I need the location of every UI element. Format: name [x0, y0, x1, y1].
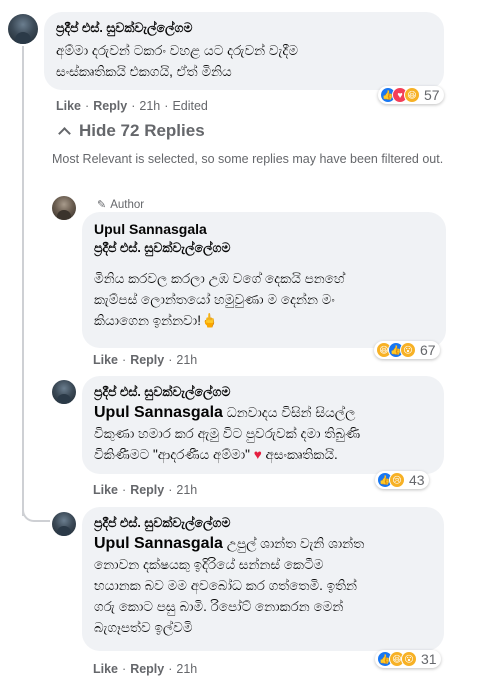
reply-text: Upul Sannasgala උපුල් ශාන්ත වැනි ශාන්ත න… [94, 535, 365, 635]
edited-label: Edited [172, 99, 208, 113]
avatar[interactable] [8, 14, 38, 44]
like-button[interactable]: Like [56, 99, 81, 113]
reaction-summary[interactable]: 👍 😢 43 [375, 471, 429, 489]
thread-connector [22, 500, 50, 522]
reply-text: මිනිය කරවල කරලා උඹ වගේ දෙකයි පනහේ කැම්පස… [94, 271, 345, 328]
sad-reaction-icon: 😢 [389, 472, 405, 488]
reaction-count: 57 [424, 87, 440, 103]
mention-link[interactable]: ප්‍රදීප් එස්. සුවක්වැල්ලේගම [94, 240, 434, 256]
thread-line [22, 46, 24, 186]
author-badge: ✎ Author [97, 198, 145, 212]
like-button[interactable]: Like [93, 483, 118, 497]
timestamp[interactable]: 21h [139, 99, 160, 113]
mention-link[interactable]: Upul Sannasgala [94, 404, 223, 421]
avatar[interactable] [52, 380, 76, 404]
pencil-icon: ✎ [97, 199, 107, 211]
reply-actions: Like · Reply · 21h [93, 662, 198, 676]
reaction-summary[interactable]: 😆 👍 😮 67 [374, 341, 440, 359]
reply-button[interactable]: Reply [93, 99, 127, 113]
hide-replies-label: Hide 72 Replies [79, 121, 205, 140]
reaction-summary[interactable]: 👍 😆 😮 31 [375, 650, 441, 668]
chevron-up-icon [58, 127, 71, 140]
wow-reaction-icon: 😮 [401, 651, 417, 667]
reply-bubble: ප්‍රදීප් එස්. සුවක්වැල්ලේගම Upul Sannasg… [82, 507, 444, 651]
reaction-count: 43 [409, 472, 425, 488]
comment-text: අම්මා දරුවන් ටකරං වහළ යට දරුවන් වැදීම සං… [56, 43, 299, 79]
reply-author-name[interactable]: Upul Sannasgala [94, 220, 434, 238]
avatar[interactable] [52, 512, 76, 536]
previous-comment-fragment [0, 0, 492, 6]
hide-replies-button[interactable]: Hide 72 Replies [56, 121, 205, 141]
reaction-summary[interactable]: 👍 ♥ 😆 57 [378, 86, 444, 104]
haha-reaction-icon: 😆 [404, 87, 420, 103]
mention-link[interactable]: Upul Sannasgala [94, 535, 223, 552]
filter-notice: Most Relevant is selected, so some repli… [52, 152, 444, 166]
reply-button[interactable]: Reply [130, 483, 164, 497]
comment-bubble: ප්‍රදීප් එස්. සුවක්වැල්ලේගම අම්මා දරුවන්… [44, 12, 444, 90]
reply-text: Upul Sannasgala ධනවාදය විසින් සියල්ල වික… [94, 404, 361, 462]
avatar[interactable] [52, 196, 76, 220]
reply-actions: Like · Reply · 21h [93, 483, 198, 497]
reply-actions: Like · Reply · 21h [93, 353, 198, 367]
reply-author-name[interactable]: ප්‍රදීප් එස්. සුවක්වැල්ලේගම [94, 384, 432, 400]
timestamp[interactable]: 21h [176, 483, 197, 497]
comment-author-name[interactable]: ප්‍රදීප් එස්. සුවක්වැල්ලේගම [56, 20, 432, 36]
reply-button[interactable]: Reply [130, 662, 164, 676]
reply-bubble: ප්‍රදීප් එස්. සුවක්වැල්ලේගම Upul Sannasg… [82, 376, 444, 474]
comment-actions: Like · Reply · 21h · Edited [56, 99, 208, 113]
timestamp[interactable]: 21h [176, 662, 197, 676]
reply-bubble: Upul Sannasgala ප්‍රදීප් එස්. සුවක්වැල්ල… [82, 212, 446, 348]
heart-emoji: ♥ [253, 447, 262, 462]
timestamp[interactable]: 21h [176, 353, 197, 367]
reply-button[interactable]: Reply [130, 353, 164, 367]
like-button[interactable]: Like [93, 662, 118, 676]
reply-author-name[interactable]: ප්‍රදීප් එස්. සුවක්වැල්ලේගම [94, 515, 432, 531]
emoji: 🖕 [200, 313, 218, 328]
reaction-count: 67 [420, 342, 436, 358]
like-button[interactable]: Like [93, 353, 118, 367]
thread-line [22, 186, 24, 516]
reaction-count: 31 [421, 651, 437, 667]
wow-reaction-icon: 😮 [400, 342, 416, 358]
